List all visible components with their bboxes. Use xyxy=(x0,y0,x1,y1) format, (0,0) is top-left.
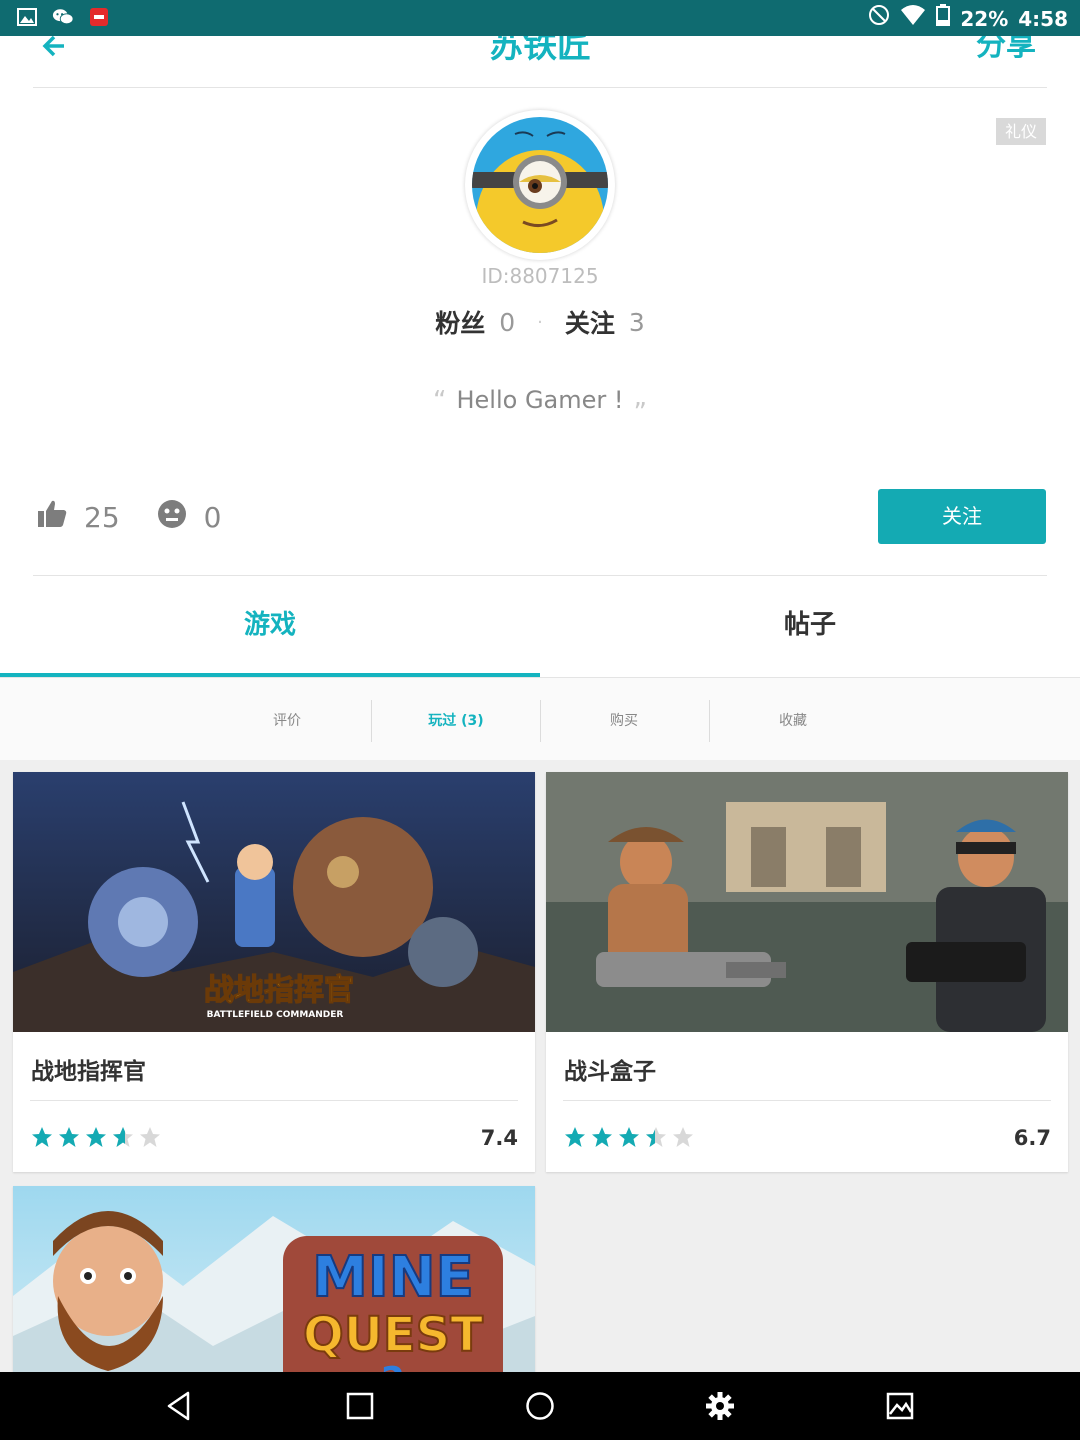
dislike-face-icon[interactable] xyxy=(156,498,188,537)
game-grid: 战地指挥官 BATTLEFIELD COMMANDER 战地指挥官 7.4 战斗… xyxy=(0,760,1080,1372)
quote-close-icon: ” xyxy=(633,398,647,428)
game3-logo-text: MINE xyxy=(312,1245,474,1310)
game3-logo-number: 2 xyxy=(381,1360,405,1372)
star-full-icon xyxy=(592,1127,612,1147)
star-half-icon xyxy=(646,1127,666,1147)
star-rating xyxy=(31,1126,161,1148)
game-card[interactable]: 战地指挥官 BATTLEFIELD COMMANDER 战地指挥官 7.4 xyxy=(13,772,535,1172)
follow-button[interactable]: 关注 xyxy=(878,489,1046,544)
following-count[interactable]: 3 xyxy=(629,308,645,337)
thumbs-up-icon[interactable] xyxy=(36,498,68,537)
page-title: 苏铁匠 xyxy=(489,36,591,66)
home-icon[interactable] xyxy=(524,1390,556,1422)
avatar[interactable] xyxy=(465,110,615,260)
star-half-icon xyxy=(113,1127,133,1147)
etiquette-badge[interactable]: 礼仪 xyxy=(996,118,1046,145)
wifi-icon xyxy=(900,4,926,33)
reactions: 25 0 xyxy=(36,498,257,537)
likes-count: 25 xyxy=(84,501,120,534)
navigation-bar xyxy=(0,1372,1080,1440)
clock: 4:58 xyxy=(1018,6,1068,31)
subtab-played[interactable]: 玩过 (3) xyxy=(372,678,540,760)
tab-games[interactable]: 游戏 xyxy=(0,577,540,677)
share-button[interactable]: 分享 xyxy=(976,36,1036,64)
fans-count[interactable]: 0 xyxy=(499,308,515,337)
wechat-icon xyxy=(52,6,74,28)
dnd-icon xyxy=(868,4,890,33)
subtab-reviews[interactable]: 评价 xyxy=(203,678,371,760)
game-cover-image: 战地指挥官 BATTLEFIELD COMMANDER xyxy=(13,772,535,1032)
header: 苏铁匠 分享 xyxy=(0,36,1080,88)
settings-icon[interactable] xyxy=(704,1390,736,1422)
header-divider xyxy=(33,87,1047,88)
game-card[interactable]: 战斗盒子 6.7 xyxy=(546,772,1068,1172)
back-icon[interactable] xyxy=(164,1390,196,1422)
card-divider xyxy=(30,1100,518,1101)
bio-quote: “ Hello Gamer ! ” xyxy=(0,386,1080,428)
star-full-icon xyxy=(565,1127,585,1147)
screenshot-icon[interactable] xyxy=(884,1390,916,1422)
battery-percent: 22% xyxy=(960,6,1009,31)
main-tabs: 游戏 帖子 xyxy=(0,577,1080,677)
user-id: ID:8807125 xyxy=(481,264,599,288)
star-full-icon xyxy=(86,1127,106,1147)
star-full-icon xyxy=(619,1127,639,1147)
game-score: 7.4 xyxy=(480,1126,518,1150)
star-full-icon xyxy=(59,1127,79,1147)
game-title: 战斗盒子 xyxy=(564,1059,656,1085)
dislikes-count: 0 xyxy=(203,501,222,534)
games-subtabs: 评价 玩过 (3) 购买 收藏 xyxy=(0,678,1080,761)
stats-separator: · xyxy=(537,311,543,333)
star-full-icon xyxy=(32,1127,52,1147)
app-badge-icon xyxy=(88,6,110,28)
subtab-favorites[interactable]: 收藏 xyxy=(709,678,877,760)
star-empty-icon xyxy=(140,1127,160,1147)
tab-posts[interactable]: 帖子 xyxy=(540,577,1080,677)
star-empty-icon xyxy=(673,1127,693,1147)
following-label[interactable]: 关注 xyxy=(565,304,615,340)
follow-stats: 粉丝 0 · 关注 3 xyxy=(0,304,1080,340)
game-cover-image: MINE QUEST 2 xyxy=(13,1186,535,1372)
bio-text: Hello Gamer ! xyxy=(456,386,624,414)
game3-logo-subtext: QUEST xyxy=(303,1307,483,1363)
game1-logo-text: 战地指挥官 xyxy=(204,973,354,1008)
profile-divider xyxy=(33,575,1047,576)
game-card[interactable]: MINE QUEST 2 xyxy=(13,1186,535,1372)
star-rating xyxy=(564,1126,694,1148)
card-divider xyxy=(563,1100,1051,1101)
subtab-purchased[interactable]: 购买 xyxy=(540,678,708,760)
status-bar: 22% 4:58 xyxy=(0,0,1080,36)
game-cover-image xyxy=(546,772,1068,1032)
game-score: 6.7 xyxy=(1013,1126,1051,1150)
game1-logo-subtext: BATTLEFIELD COMMANDER xyxy=(207,1010,344,1020)
fans-label[interactable]: 粉丝 xyxy=(435,304,485,340)
quote-open-icon: “ xyxy=(433,386,447,416)
recents-icon[interactable] xyxy=(344,1390,376,1422)
minion-avatar-image xyxy=(472,117,608,253)
game-title: 战地指挥官 xyxy=(31,1059,146,1085)
image-icon xyxy=(16,6,38,28)
battery-icon xyxy=(936,4,951,33)
